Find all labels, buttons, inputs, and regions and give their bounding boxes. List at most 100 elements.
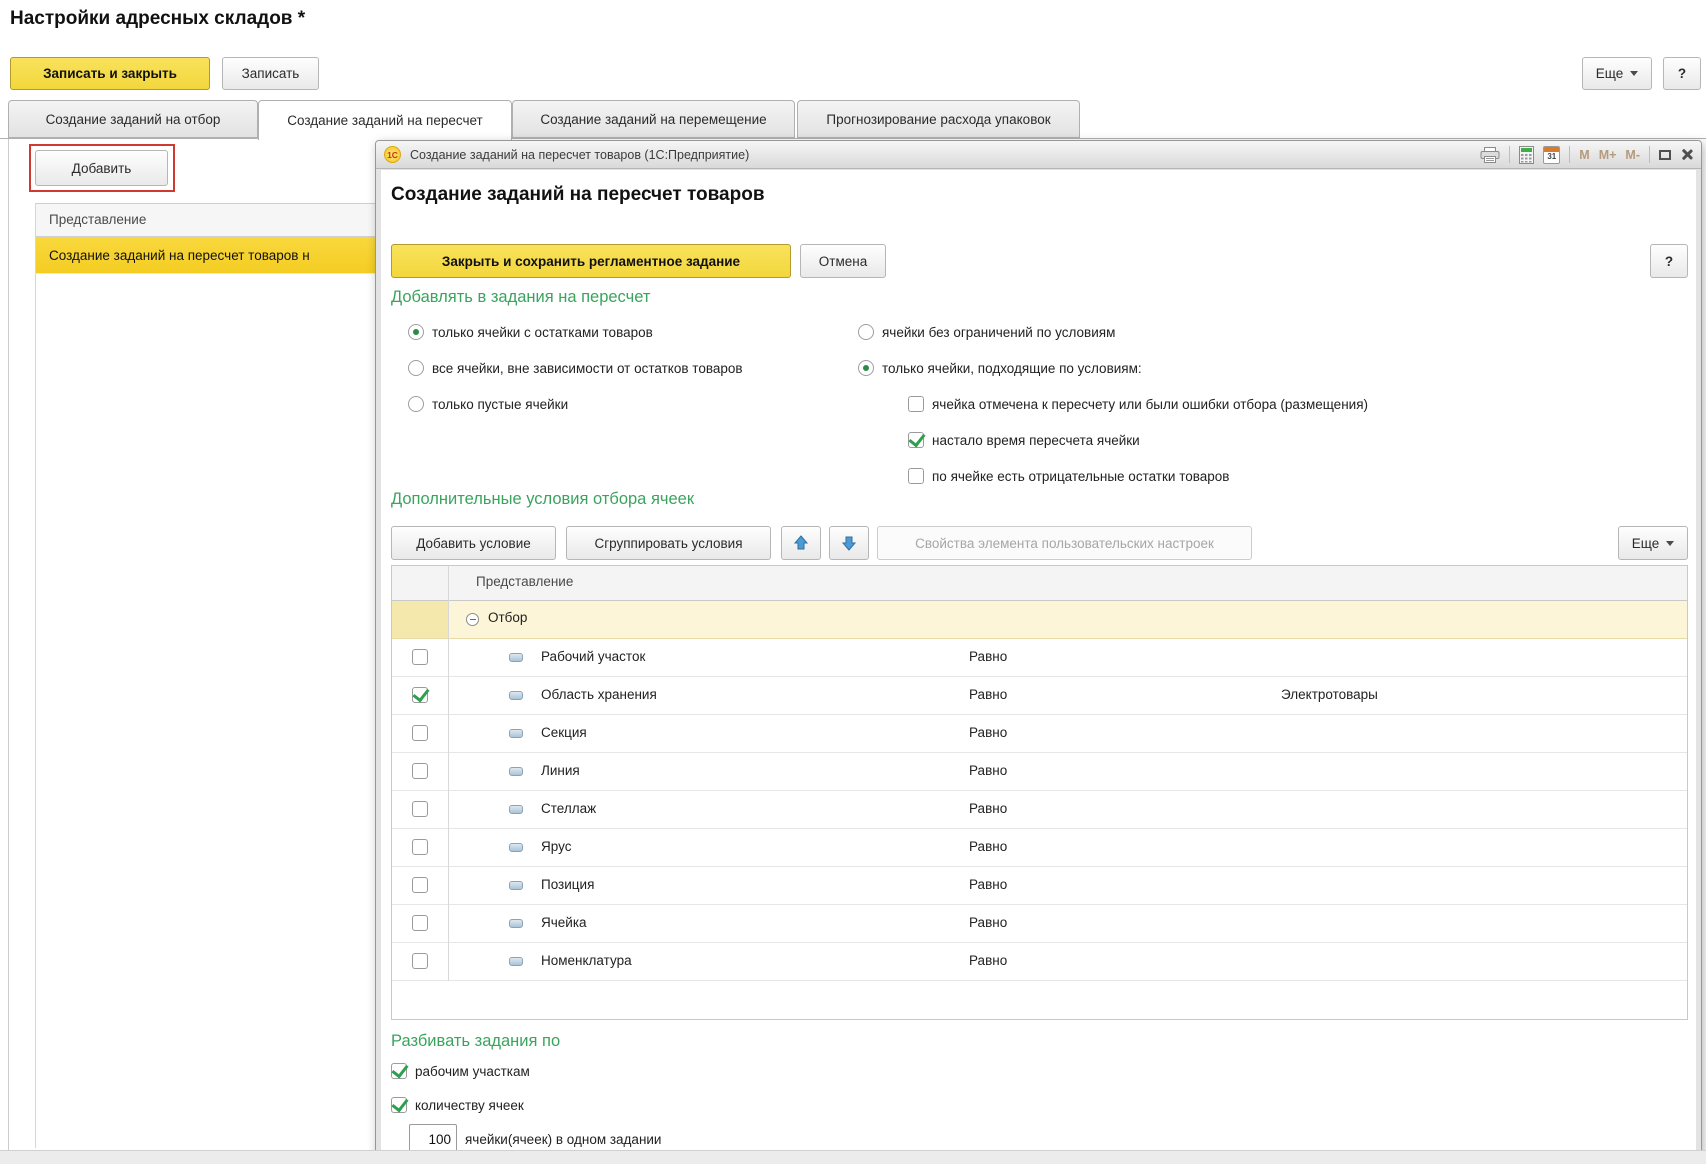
group-conditions-button[interactable]: Сгруппировать условия (566, 526, 771, 560)
row-checkbox[interactable] (412, 839, 428, 855)
condition-operator: Равно (969, 687, 1007, 702)
memory-m-button[interactable]: M (1579, 148, 1589, 162)
help-button[interactable]: ? (1663, 57, 1701, 90)
tab-create-picking-tasks[interactable]: Создание заданий на отбор (8, 100, 258, 138)
condition-item-icon (509, 653, 523, 662)
dialog-create-recount-tasks: 1С Создание заданий на пересчет товаров … (375, 140, 1702, 1164)
add-condition-button[interactable]: Добавить условие (391, 526, 556, 560)
conditions-more-button[interactable]: Еще (1618, 526, 1688, 560)
condition-item-icon (509, 729, 523, 738)
table-row[interactable]: Рабочий участок Равно (392, 639, 1687, 677)
calendar-day-label: 31 (1544, 152, 1559, 162)
condition-operator: Равно (969, 877, 1007, 892)
arrow-up-icon (793, 535, 809, 551)
more-button-label: Еще (1632, 536, 1659, 551)
checkbox-by-work-areas[interactable] (391, 1063, 407, 1079)
save-button[interactable]: Записать (222, 57, 319, 90)
radio-cells-matching-conditions[interactable] (858, 360, 874, 376)
add-button[interactable]: Добавить (35, 150, 168, 186)
save-and-close-button[interactable]: Записать и закрыть (10, 57, 210, 90)
radio-label: все ячейки, вне зависимости от остатков … (432, 361, 743, 376)
condition-name: Ячейка (541, 915, 587, 930)
radio-option: только ячейки, подходящие по условиям: (858, 355, 1142, 381)
1c-logo-icon: 1С (384, 146, 401, 163)
condition-name: Линия (541, 763, 580, 778)
condition-item-icon (509, 843, 523, 852)
condition-operator: Равно (969, 763, 1007, 778)
condition-name: Стеллаж (541, 801, 596, 816)
table-row[interactable]: Область хранения Равно Электротовары (392, 677, 1687, 715)
close-and-save-scheduled-task-button[interactable]: Закрыть и сохранить регламентное задание (391, 244, 791, 278)
dialog-titlebar[interactable]: 1С Создание заданий на пересчет товаров … (376, 141, 1701, 169)
dialog-help-button[interactable]: ? (1650, 244, 1688, 278)
checkbox-option: настало время пересчета ячейки (908, 427, 1140, 453)
more-button[interactable]: Еще (1582, 57, 1652, 90)
row-checkbox[interactable] (412, 649, 428, 665)
maximize-icon[interactable] (1659, 150, 1671, 160)
table-row[interactable]: Ячейка Равно (392, 905, 1687, 943)
move-down-button[interactable] (829, 526, 869, 560)
group-row-otbor[interactable]: Отбор (392, 601, 1687, 639)
checkbox-option: ячейка отмечена к пересчету или были оши… (908, 391, 1368, 417)
calendar-icon[interactable]: 31 (1543, 146, 1560, 164)
checkbox-marked-for-recount[interactable] (908, 396, 924, 412)
radio-label: только пустые ячейки (432, 397, 568, 412)
condition-name: Рабочий участок (541, 649, 645, 664)
condition-operator: Равно (969, 953, 1007, 968)
conditions-table-header: Представление (392, 566, 1687, 601)
checkbox-option: по ячейке есть отрицательные остатки тов… (908, 463, 1229, 489)
condition-item-icon (509, 919, 523, 928)
condition-name: Позиция (541, 877, 594, 892)
group-row-label: Отбор (488, 610, 527, 625)
print-icon[interactable] (1480, 147, 1500, 163)
row-checkbox[interactable] (412, 877, 428, 893)
table-row[interactable]: Номенклатура Равно (392, 943, 1687, 981)
more-button-label: Еще (1596, 66, 1623, 81)
titlebar-separator (1569, 146, 1570, 163)
table-row[interactable]: Позиция Равно (392, 867, 1687, 905)
radio-label: только ячейки, подходящие по условиям: (882, 361, 1142, 376)
table-row[interactable]: Стеллаж Равно (392, 791, 1687, 829)
memory-m-plus-button[interactable]: M+ (1599, 148, 1617, 162)
radio-cells-with-stock[interactable] (408, 324, 424, 340)
tab-create-recount-tasks[interactable]: Создание заданий на пересчет (258, 100, 512, 140)
table-row[interactable]: Линия Равно (392, 753, 1687, 791)
radio-option: только ячейки с остатками товаров (408, 319, 653, 345)
checkbox-label: настало время пересчета ячейки (932, 433, 1140, 448)
window-bottom-edge (0, 1150, 1706, 1164)
row-checkbox[interactable] (412, 953, 428, 969)
calculator-icon[interactable] (1519, 146, 1534, 164)
user-settings-properties-button[interactable]: Свойства элемента пользовательских настр… (877, 526, 1252, 560)
move-up-button[interactable] (781, 526, 821, 560)
row-checkbox[interactable] (412, 687, 428, 703)
close-icon[interactable] (1680, 148, 1693, 161)
tab-create-movement-tasks[interactable]: Создание заданий на перемещение (512, 100, 795, 138)
cells-per-task-label: ячейки(ячеек) в одном задании (465, 1132, 661, 1147)
condition-name: Область хранения (541, 687, 657, 702)
dialog-body: Создание заданий на пересчет товаров Зак… (381, 170, 1696, 1163)
condition-name: Номенклатура (541, 953, 632, 968)
checkbox-negative-stock[interactable] (908, 468, 924, 484)
radio-all-cells[interactable] (408, 360, 424, 376)
tab-packaging-forecast[interactable]: Прогнозирование расхода упаковок (797, 100, 1080, 138)
conditions-table: Представление Отбор Рабочий участок Равн… (391, 565, 1688, 1020)
radio-empty-cells[interactable] (408, 396, 424, 412)
row-checkbox[interactable] (412, 725, 428, 741)
collapse-minus-icon[interactable] (466, 613, 479, 626)
row-checkbox[interactable] (412, 763, 428, 779)
cancel-button[interactable]: Отмена (800, 244, 886, 278)
checkbox-recount-time[interactable] (908, 432, 924, 448)
condition-item-icon (509, 767, 523, 776)
section-title-additional-conditions: Дополнительные условия отбора ячеек (391, 490, 694, 509)
checkbox-label: ячейка отмечена к пересчету или были оши… (932, 397, 1368, 412)
checkbox-option: количеству ячеек (391, 1092, 524, 1118)
table-row[interactable]: Секция Равно (392, 715, 1687, 753)
column-header-representation: Представление (476, 574, 573, 589)
checkbox-by-cell-count[interactable] (391, 1097, 407, 1113)
table-row[interactable]: Ярус Равно (392, 829, 1687, 867)
row-checkbox[interactable] (412, 801, 428, 817)
memory-m-minus-button[interactable]: M- (1625, 148, 1640, 162)
radio-cells-no-restrictions[interactable] (858, 324, 874, 340)
row-checkbox[interactable] (412, 915, 428, 931)
section-title-split-tasks: Разбивать задания по (391, 1032, 560, 1051)
